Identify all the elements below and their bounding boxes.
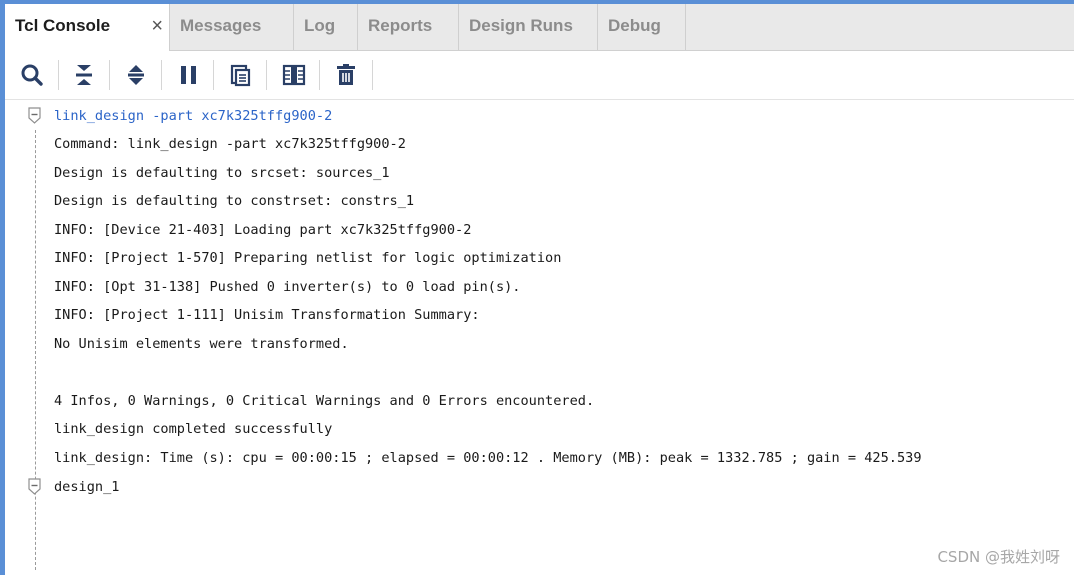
console-command: link_design -part xc7k325tffg900-2: [54, 108, 333, 124]
console-line: INFO: [Project 1-111] Unisim Transformat…: [54, 307, 480, 323]
console-line: link_design completed successfully: [54, 421, 333, 437]
search-icon[interactable]: [19, 62, 45, 88]
fold-toggle-icon[interactable]: [26, 107, 43, 124]
console-output[interactable]: link_design -part xc7k325tffg900-2 Comma…: [5, 100, 1074, 575]
tab-label: Log: [304, 16, 336, 35]
console-line: Design is defaulting to srcset: sources_…: [54, 165, 390, 181]
console-line: INFO: [Project 1-570] Preparing netlist …: [54, 250, 562, 266]
console-line: Command: link_design -part xc7k325tffg90…: [54, 136, 406, 152]
console-line: 4 Infos, 0 Warnings, 0 Critical Warnings…: [54, 393, 595, 409]
tab-reports[interactable]: Reports: [358, 4, 459, 50]
toolbar-separator: [109, 60, 110, 90]
console-line: link_design: Time (s): cpu = 00:00:15 ; …: [54, 450, 922, 466]
tab-log[interactable]: Log: [294, 4, 358, 50]
tab-label: Messages: [180, 16, 262, 35]
collapse-all-icon[interactable]: [71, 62, 97, 88]
toolbar-separator: [213, 60, 214, 90]
expand-all-icon[interactable]: [123, 62, 149, 88]
tab-debug[interactable]: Debug: [598, 4, 686, 50]
console-line: INFO: [Device 21-403] Loading part xc7k3…: [54, 222, 472, 238]
tab-label: Debug: [608, 16, 661, 35]
toolbar: [5, 51, 1074, 100]
tab-design-runs[interactable]: Design Runs: [459, 4, 598, 50]
fold-toggle-icon[interactable]: [26, 478, 43, 495]
tab-bar: Tcl Console × Messages Log Reports Desig…: [5, 4, 1074, 51]
tab-label: Design Runs: [469, 16, 573, 35]
console-line: INFO: [Opt 31-138] Pushed 0 inverter(s) …: [54, 279, 521, 295]
console-line: No Unisim elements were transformed.: [54, 336, 349, 352]
copy-icon[interactable]: [228, 62, 254, 88]
console-line: Design is defaulting to constrset: const…: [54, 193, 415, 209]
tab-tcl-console[interactable]: Tcl Console ×: [5, 4, 170, 51]
tab-messages[interactable]: Messages: [170, 4, 294, 50]
toolbar-separator: [372, 60, 373, 90]
fold-guide: [35, 130, 36, 570]
watermark: CSDN @我姓刘呀: [937, 548, 1060, 566]
close-icon[interactable]: ×: [151, 4, 163, 48]
toolbar-separator: [161, 60, 162, 90]
toolbar-separator: [319, 60, 320, 90]
pause-icon[interactable]: [176, 62, 202, 88]
delete-icon[interactable]: [333, 62, 359, 88]
toolbar-separator: [58, 60, 59, 90]
tab-label: Tcl Console: [15, 16, 111, 35]
columns-icon[interactable]: [281, 62, 307, 88]
console-result: design_1: [54, 479, 120, 495]
toolbar-separator: [266, 60, 267, 90]
tab-label: Reports: [368, 16, 433, 35]
